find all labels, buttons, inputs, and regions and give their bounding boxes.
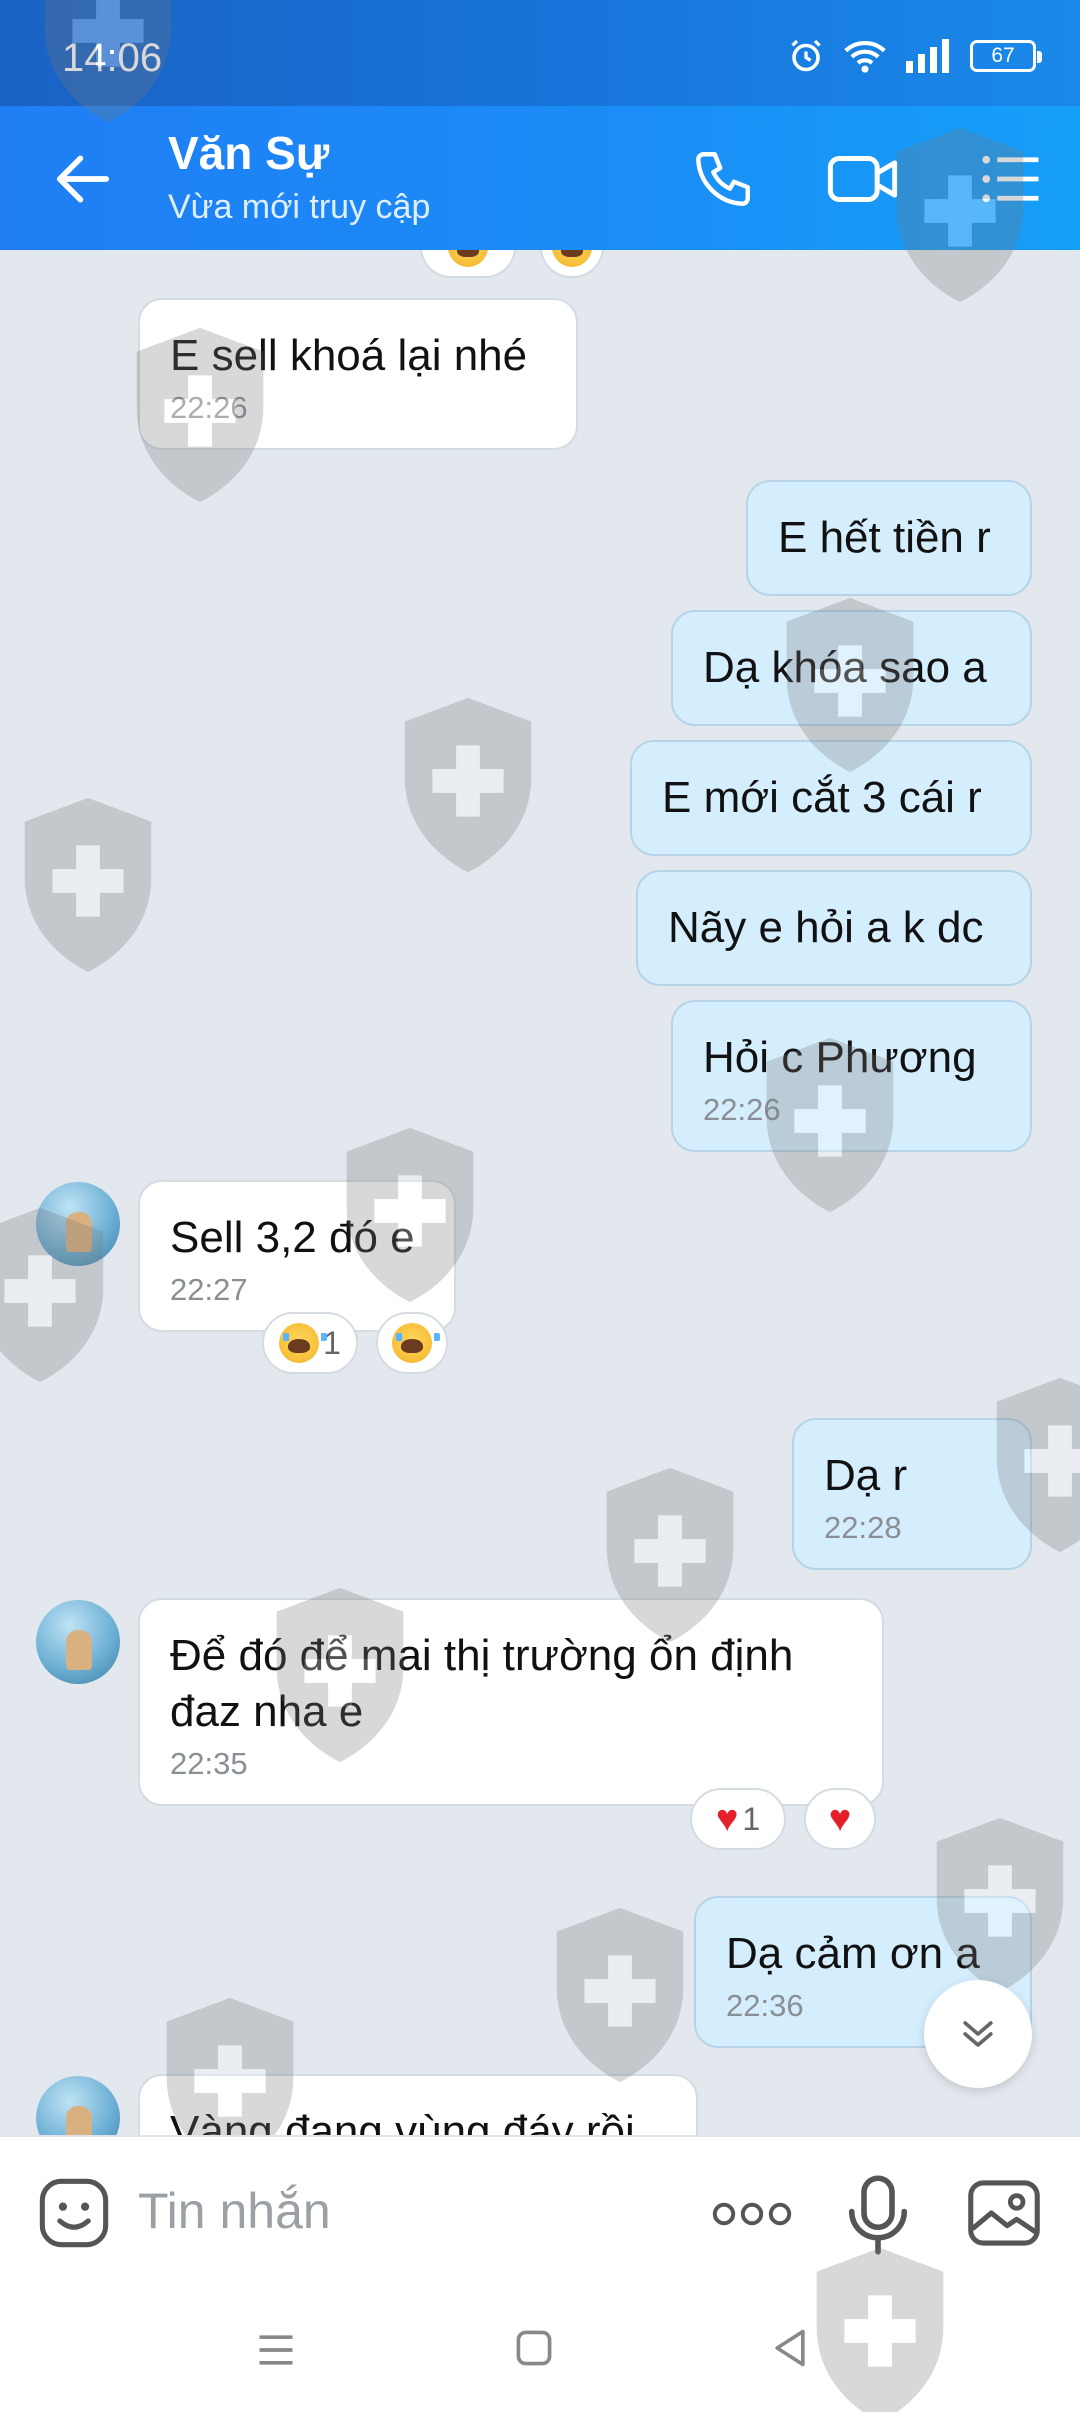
shield-watermark-icon [556,1907,684,2083]
message-text: Để đó để mai thị trường ổn định đaz nha … [170,1631,794,1736]
system-navigation-bar [0,2247,1080,2412]
message-text: Dạ khóa sao a [703,643,987,692]
message-text: Sell 3,2 đó e [170,1213,415,1262]
crying-face-icon [448,250,488,267]
message-bubble-out[interactable]: E hết tiền r [746,480,1032,596]
chevron-double-down-icon [963,2021,993,2047]
signal-icon [906,39,949,73]
message-text: E sell khoá lại nhé [170,331,528,380]
message-input[interactable]: Tin nhắn [138,2182,331,2240]
phone-icon[interactable] [688,146,758,212]
avatar[interactable] [36,2076,120,2135]
message-bubble-in[interactable]: Sell 3,2 đó e 22:27 [138,1180,456,1332]
message-text: Hỏi c Phương [703,1033,977,1082]
crying-face-icon [392,1323,440,1363]
recent-apps-icon[interactable] [254,2328,298,2372]
contact-name[interactable]: Văn Sự [168,126,329,180]
home-icon[interactable] [512,2326,556,2370]
message-bubble-out[interactable]: Dạ r 22:28 [792,1418,1032,1570]
message-text: Nãy e hỏi a k dc [668,903,984,952]
back-nav-icon[interactable] [768,2326,812,2370]
status-bar: 14:06 67 [0,0,1080,106]
shield-watermark-icon [24,797,152,973]
message-time: 22:35 [170,1746,248,1781]
reaction-add-button[interactable] [376,1312,448,1374]
sticker-icon[interactable] [36,2175,112,2251]
message-time: 22:27 [170,1272,248,1307]
message-bubble-out[interactable]: Nãy e hỏi a k dc [636,870,1032,986]
message-bubble-in[interactable]: Vàng đang vùng đáy rồi [138,2074,698,2135]
reaction-chip[interactable]: 1 [262,1312,358,1374]
battery-indicator: 67 [970,40,1042,72]
composer-bar: Tin nhắn [0,2135,1080,2290]
message-bubble-in[interactable]: E sell khoá lại nhé 22:26 [138,298,578,450]
scroll-to-bottom-button[interactable] [924,1980,1032,2088]
avatar[interactable] [36,1600,120,1684]
message-text: Dạ cảm ơn a [726,1929,980,1978]
reaction-chip[interactable]: ♥ 1 [690,1788,786,1850]
reaction-chip[interactable] [420,250,516,278]
alarm-icon [791,39,821,72]
status-icons: 67 [788,38,1042,74]
wifi-icon [844,40,886,73]
message-text: E mới cắt 3 cái r [662,773,982,822]
message-time: 22:28 [824,1510,902,1545]
message-time: 22:26 [170,390,248,425]
list-menu-icon[interactable] [976,146,1046,212]
crying-face-icon [552,250,592,267]
message-text: Vàng đang vùng đáy rồi [170,2107,635,2135]
avatar[interactable] [36,1182,120,1266]
microphone-icon[interactable] [846,2173,910,2257]
reaction-add[interactable] [540,250,604,278]
reaction-count: 1 [323,1324,341,1361]
battery-level: 67 [991,44,1015,67]
message-text: E hết tiền r [778,513,991,562]
heart-icon: ♥ [828,1798,852,1840]
message-time: 22:26 [703,1092,781,1127]
shield-watermark-icon [404,697,532,873]
message-bubble-in[interactable]: Để đó để mai thị trường ổn định đaz nha … [138,1598,884,1806]
more-dots-icon[interactable] [710,2189,794,2239]
video-call-icon[interactable] [826,146,902,212]
heart-icon: ♥ [715,1798,739,1840]
message-bubble-out[interactable]: Dạ khóa sao a [671,610,1032,726]
image-icon[interactable] [966,2177,1042,2249]
crying-face-icon [279,1323,328,1363]
back-arrow-icon[interactable] [52,148,114,210]
presence-status: Vừa mới truy cập [168,188,431,226]
status-clock: 14:06 [62,36,163,80]
message-text: Dạ r [824,1451,908,1500]
reaction-add-button[interactable]: ♥ [804,1788,876,1850]
reaction-count: 1 [742,1800,761,1837]
app-header: 14:06 67 Văn Sự Vừa mới truy cập [0,0,1080,250]
message-bubble-out[interactable]: Hỏi c Phương 22:26 [671,1000,1032,1152]
message-list[interactable]: E sell khoá lại nhé 22:26 E hết tiền r D… [0,250,1080,2135]
message-bubble-out[interactable]: E mới cắt 3 cái r [630,740,1032,856]
